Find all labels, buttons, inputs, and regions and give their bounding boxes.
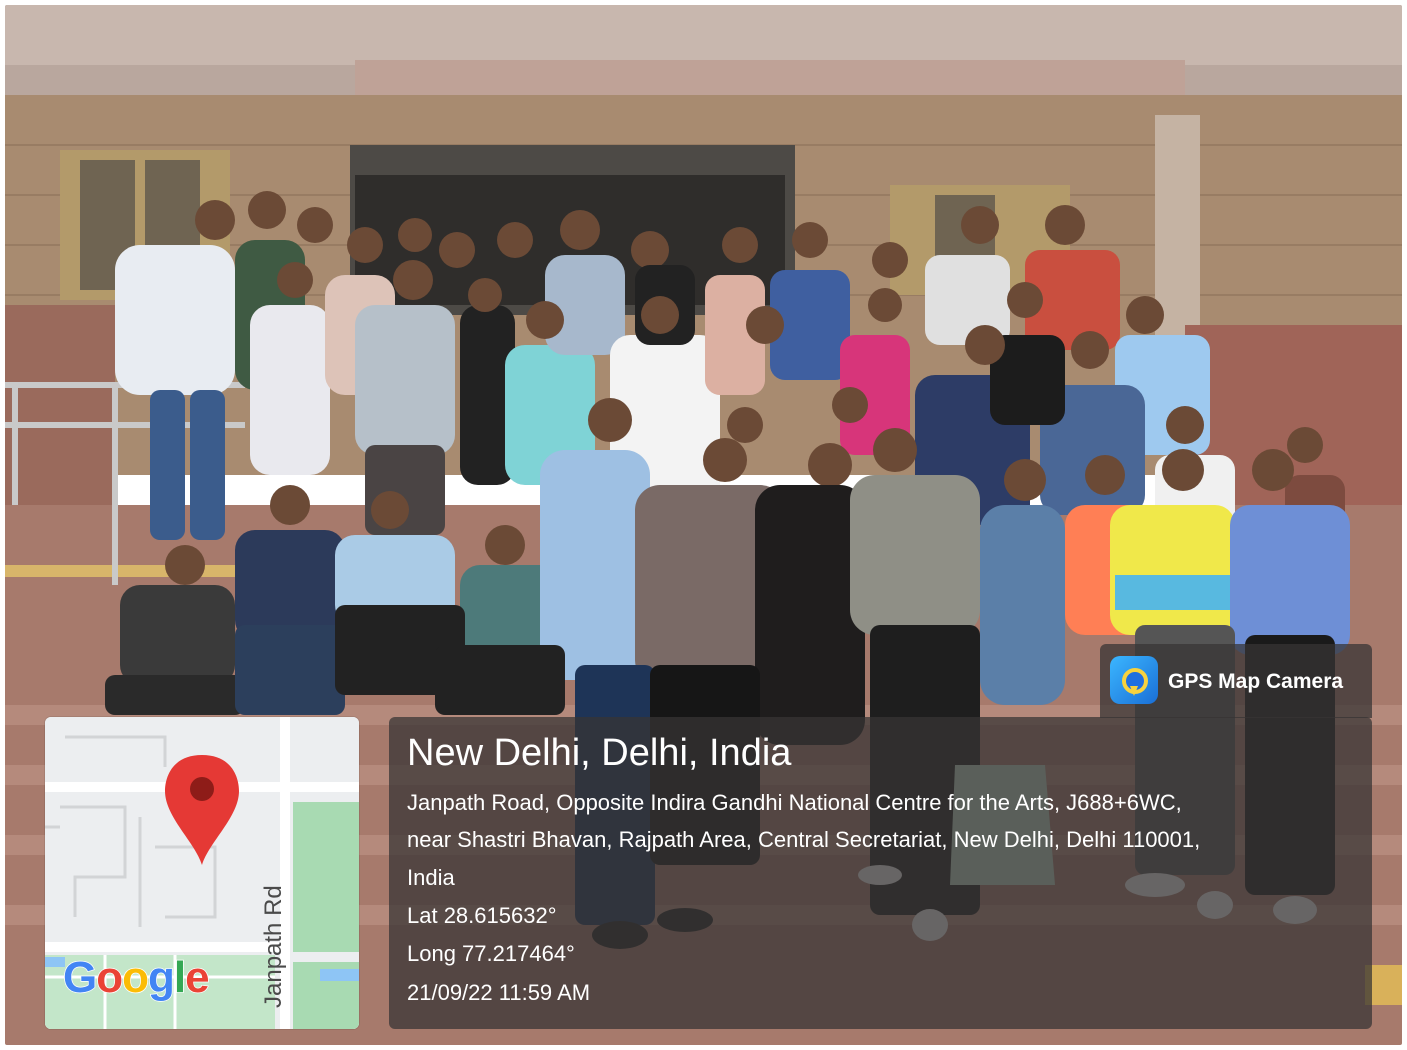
google-logo: Google — [62, 952, 210, 1003]
brand-tab: GPS Map Camera — [1100, 644, 1372, 718]
location-title: New Delhi, Delhi, India — [407, 732, 792, 774]
longitude: Long 77.217464° — [407, 941, 575, 966]
address-line-2: near Shastri Bhavan, Rajpath Area, Centr… — [407, 827, 1201, 852]
latitude: Lat 28.615632° — [407, 903, 557, 928]
timestamp: 21/09/22 11:59 AM — [407, 980, 591, 1005]
map-road-label: Janpath Rd — [260, 885, 287, 1008]
address-line-1: Janpath Road, Opposite Indira Gandhi Nat… — [407, 790, 1182, 815]
photo-frame: Janpath Rd Google GPS Map Camera New Del… — [5, 5, 1402, 1045]
camera-pin-icon — [1110, 656, 1158, 704]
brand-label: GPS Map Camera — [1168, 670, 1344, 693]
address-line-3: India — [407, 865, 455, 890]
